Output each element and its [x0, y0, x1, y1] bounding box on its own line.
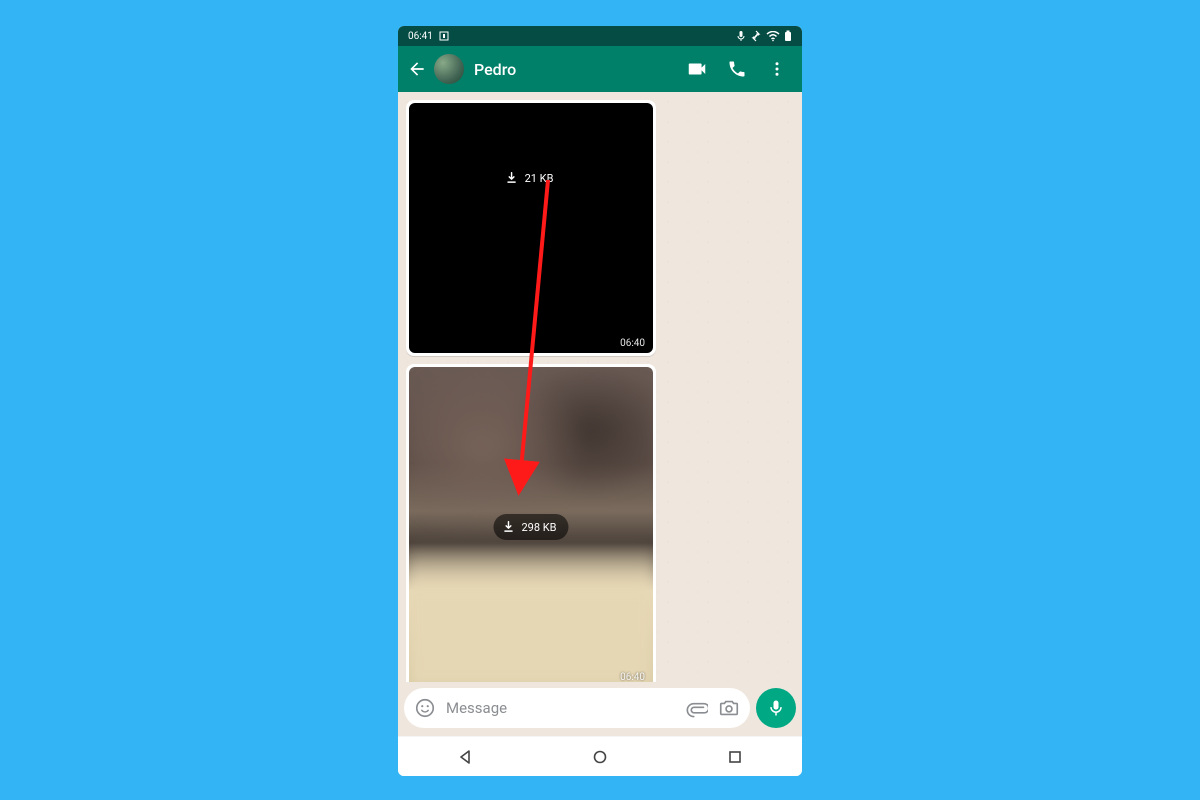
download-button[interactable]: 21 KB: [497, 165, 566, 191]
status-time: 06:41: [408, 31, 433, 42]
message-time: 06:40: [620, 338, 645, 349]
back-button[interactable]: [406, 58, 428, 80]
camera-icon[interactable]: [718, 697, 740, 719]
phone-frame: 06:41: [398, 26, 802, 776]
status-indicator-icon: [439, 31, 449, 41]
composer-row: Message: [398, 682, 802, 736]
message-placeholder: Message: [446, 699, 676, 717]
voice-call-button[interactable]: [720, 59, 754, 79]
arrow-left-icon: [407, 59, 427, 79]
video-icon: [686, 58, 708, 80]
attach-icon[interactable]: [686, 697, 708, 719]
android-nav-bar: [398, 736, 802, 776]
download-icon: [501, 520, 515, 534]
phone-icon: [727, 59, 747, 79]
sync-status-icon: [750, 30, 762, 42]
chat-body[interactable]: 21 KB 06:40 298 KB 06:40: [398, 92, 802, 682]
battery-icon: [784, 30, 792, 42]
message-bubble[interactable]: 298 KB 06:40: [406, 364, 656, 682]
video-call-button[interactable]: [680, 58, 714, 80]
circle-home-icon: [593, 750, 607, 764]
message-bubble[interactable]: 21 KB 06:40: [406, 100, 656, 356]
emoji-icon[interactable]: [414, 697, 436, 719]
more-vertical-icon: [768, 60, 786, 78]
download-size: 298 KB: [521, 521, 556, 534]
mic-status-icon: [736, 30, 746, 42]
message-input-box[interactable]: Message: [404, 688, 750, 728]
download-size: 21 KB: [525, 172, 554, 185]
nav-home-button[interactable]: [591, 748, 609, 766]
mic-icon: [766, 698, 786, 718]
voice-record-button[interactable]: [756, 688, 796, 728]
message-time: 06:40: [620, 672, 645, 682]
more-options-button[interactable]: [760, 60, 794, 78]
nav-recent-button[interactable]: [726, 748, 744, 766]
nav-back-button[interactable]: [456, 748, 474, 766]
media-thumbnail[interactable]: 298 KB 06:40: [409, 367, 653, 682]
square-recent-icon: [728, 750, 742, 764]
media-thumbnail[interactable]: 21 KB 06:40: [409, 103, 653, 353]
download-button[interactable]: 298 KB: [493, 514, 568, 540]
triangle-back-icon: [457, 749, 473, 765]
android-status-bar: 06:41: [398, 26, 802, 46]
download-icon: [505, 171, 519, 185]
wifi-icon: [766, 31, 780, 42]
contact-name[interactable]: Pedro: [474, 60, 674, 79]
avatar[interactable]: [434, 54, 464, 84]
chat-header: Pedro: [398, 46, 802, 92]
